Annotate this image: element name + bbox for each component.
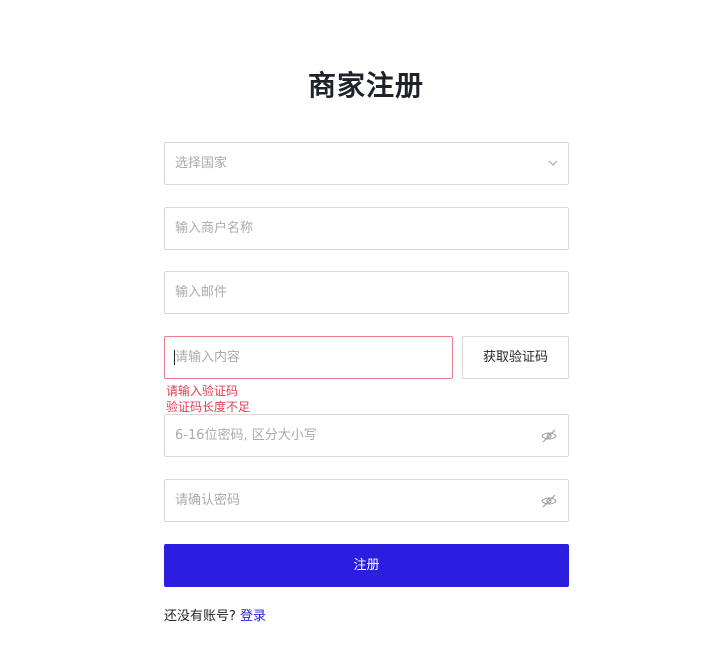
code-length-error: 验证码长度不足 [166, 400, 251, 414]
email-field[interactable]: 输入邮件 [164, 271, 569, 314]
login-prompt-text: 还没有账号? [164, 609, 236, 624]
country-select-placeholder: 选择国家 [175, 156, 228, 171]
page-title: 商家注册 [307, 69, 424, 102]
register-button[interactable]: 注册 [164, 544, 569, 587]
confirm-password-placeholder: 请确认密码 [175, 493, 241, 508]
confirm-password-field[interactable]: 请确认密码 [164, 479, 569, 522]
login-prompt: 还没有账号? 登录 [164, 605, 266, 624]
email-placeholder: 输入邮件 [175, 285, 228, 300]
password-placeholder: 6-16位密码, 区分大小写 [175, 428, 317, 443]
chevron-down-icon [548, 160, 558, 166]
password-field[interactable]: 6-16位密码, 区分大小写 [164, 414, 569, 457]
country-select[interactable]: 选择国家 [164, 142, 569, 185]
eye-off-icon[interactable] [541, 494, 557, 508]
login-link[interactable]: 登录 [240, 609, 266, 624]
verification-code-field[interactable]: 请输入内容 [164, 336, 453, 379]
code-required-error: 请输入验证码 [166, 384, 239, 398]
verification-code-placeholder: 请输入内容 [175, 350, 241, 365]
get-code-button[interactable]: 获取验证码 [462, 336, 569, 379]
merchant-name-placeholder: 输入商户名称 [175, 221, 254, 236]
eye-off-icon[interactable] [541, 429, 557, 443]
merchant-name-field[interactable]: 输入商户名称 [164, 207, 569, 250]
